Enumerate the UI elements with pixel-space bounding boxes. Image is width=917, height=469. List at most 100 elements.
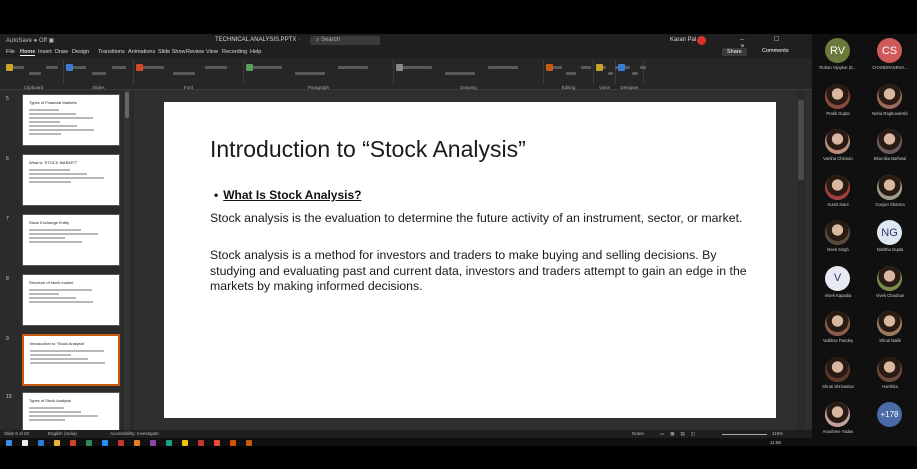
ribbon-control[interactable]: [337, 66, 368, 69]
tab-file[interactable]: File: [6, 49, 15, 55]
participant-tile[interactable]: Vivek Chauhan: [864, 262, 916, 303]
tab-draw[interactable]: Draw: [55, 49, 68, 55]
ribbon-control[interactable]: [252, 66, 282, 69]
tab-animations[interactable]: Animations: [128, 49, 155, 55]
thumbnail-scroll-knob[interactable]: [125, 92, 129, 118]
slide-paragraph-2[interactable]: Stock analysis is a method for investors…: [210, 248, 758, 295]
tab-design[interactable]: Design: [72, 49, 89, 55]
participant-tile[interactable]: RV Rohan Vijaykar (E...: [812, 34, 864, 75]
participant-name: Vaibhav Pandey: [822, 338, 854, 343]
thumbnail-text-line: [29, 109, 59, 111]
ribbon-control[interactable]: [580, 66, 591, 69]
slide-thumbnail[interactable]: Introduction to “Stock Analysis”: [22, 334, 120, 386]
ribbon-control[interactable]: [294, 72, 325, 75]
participant-tile[interactable]: Harshita: [864, 353, 916, 394]
slide-bullet[interactable]: • What Is Stock Analysis?: [214, 188, 361, 202]
ribbon-control[interactable]: [566, 72, 577, 75]
ribbon-icon[interactable]: [546, 64, 553, 71]
ribbon-control[interactable]: [173, 72, 196, 75]
thumbnail-scrollbar[interactable]: [124, 90, 130, 430]
ribbon-control[interactable]: [444, 72, 475, 75]
participant-name: Vivek Chauhan: [875, 292, 905, 298]
participant-tile[interactable]: Neeti Singh: [812, 216, 864, 257]
ribbon-icon[interactable]: [618, 64, 625, 71]
ribbon-control[interactable]: [204, 66, 227, 69]
share-button[interactable]: Share: [722, 48, 747, 56]
ribbon-control[interactable]: [402, 66, 432, 69]
participant-tile[interactable]: Gunjan Sharma: [864, 171, 916, 212]
slide-thumbnail[interactable]: What is “STOCK MARKET”: [22, 154, 120, 206]
comments-button[interactable]: Comments: [762, 48, 789, 54]
ribbon-control[interactable]: [29, 72, 42, 75]
thumbnail-text-line: [29, 297, 76, 299]
zoom-level[interactable]: 115%: [772, 431, 783, 436]
participant-initials: V: [833, 272, 842, 284]
slide-paragraph-1[interactable]: Stock analysis is the evaluation to dete…: [210, 210, 750, 226]
thumbnail-number: 8: [6, 276, 9, 282]
slide-thumbnail[interactable]: Types of Financial Markets: [22, 94, 120, 146]
ribbon-control[interactable]: [632, 72, 638, 75]
ribbon-control[interactable]: [92, 72, 106, 75]
ribbon-control[interactable]: [552, 66, 562, 69]
tab-view[interactable]: View: [206, 49, 218, 55]
language[interactable]: English (India): [48, 431, 77, 436]
ribbon-control[interactable]: [12, 66, 24, 69]
participant-tile[interactable]: CS CHANDRASENA...: [864, 34, 916, 75]
tab-slide-show[interactable]: Slide Show: [158, 49, 186, 55]
ribbon-control[interactable]: [46, 66, 59, 69]
participant-video-avatar: [877, 356, 902, 382]
participant-tile[interactable]: Vaibhav Pandey: [812, 307, 864, 348]
participant-tile[interactable]: Sumit Saini: [812, 171, 864, 212]
zoom-slider[interactable]: [722, 433, 767, 435]
notes-button[interactable]: Notes: [632, 431, 644, 436]
participant-tile[interactable]: Varsha Chinnan: [812, 125, 864, 166]
tab-insert[interactable]: Insert: [38, 49, 52, 55]
tab-help[interactable]: Help: [250, 49, 261, 55]
participant-tile[interactable]: Bhumika Bathwal: [864, 125, 916, 166]
participant-tile[interactable]: V Vivek Kapadia: [812, 262, 864, 303]
tab-recording[interactable]: Recording: [222, 49, 247, 55]
ribbon-control[interactable]: [640, 66, 646, 69]
participant-tile[interactable]: Pratik Gupta: [812, 80, 864, 121]
thumbnail-text-line: [29, 121, 60, 123]
search-box[interactable]: ⌕ Search: [310, 36, 380, 45]
participant-tile[interactable]: Neha Raghuvanshi: [864, 80, 916, 121]
participant-name: Neha Raghuvanshi: [872, 110, 908, 116]
slide-thumbnail[interactable]: Structure of stock market: [22, 274, 120, 326]
participant-name: Varsha Chinnan: [823, 156, 853, 161]
slide-scroll-knob[interactable]: [798, 100, 804, 180]
tab-review[interactable]: Review: [186, 49, 204, 55]
participant-tile[interactable]: Shruti Malik: [864, 307, 916, 348]
tab-home[interactable]: Home: [20, 49, 36, 56]
tab-transitions[interactable]: Transitions: [98, 49, 125, 55]
user-avatar[interactable]: [697, 36, 706, 45]
title-bar: AutoSave ● Off ▣ TECHNICAL ANALYSIS.PPTX…: [0, 34, 812, 50]
accessibility-status[interactable]: Accessibility: Investigate: [110, 431, 159, 436]
user-name[interactable]: Karan Pal: [670, 37, 696, 43]
view-buttons[interactable]: ▭▦▤◫: [660, 431, 701, 437]
participant-photo: [877, 174, 902, 200]
slide-scrollbar[interactable]: [797, 90, 805, 430]
ribbon-control[interactable]: [72, 66, 86, 69]
participant-name: Shruti Malik: [879, 338, 901, 343]
participant-tile[interactable]: Shruti Shrivastav: [812, 353, 864, 394]
slide-thumbnail[interactable]: Stock Exchange Entity: [22, 214, 120, 266]
ribbon-icon[interactable]: [66, 64, 73, 71]
quick-access-toolbar[interactable]: AutoSave ● Off ▣: [6, 37, 54, 44]
ribbon-control[interactable]: [487, 66, 518, 69]
participant-tile[interactable]: NG Nishtha Gupta: [864, 216, 916, 257]
ribbon-icon[interactable]: [136, 64, 143, 71]
ribbon-icon[interactable]: [6, 64, 13, 71]
slide-title[interactable]: Introduction to “Stock Analysis”: [210, 136, 526, 163]
ribbon-icon[interactable]: [246, 64, 253, 71]
ribbon-control[interactable]: [112, 66, 126, 69]
participant-tile[interactable]: +178: [864, 398, 916, 439]
ribbon-control[interactable]: [142, 66, 164, 69]
participant-tile[interactable]: Anushree Yadav: [812, 398, 864, 439]
ribbon-icon[interactable]: [596, 64, 603, 71]
current-slide[interactable]: Introduction to “Stock Analysis” • What I…: [164, 102, 776, 418]
ribbon-control[interactable]: [608, 72, 613, 75]
participant-video-avatar: [825, 402, 850, 427]
ribbon-icon[interactable]: [396, 64, 403, 71]
participant-name: Pratik Gupta: [826, 110, 850, 116]
